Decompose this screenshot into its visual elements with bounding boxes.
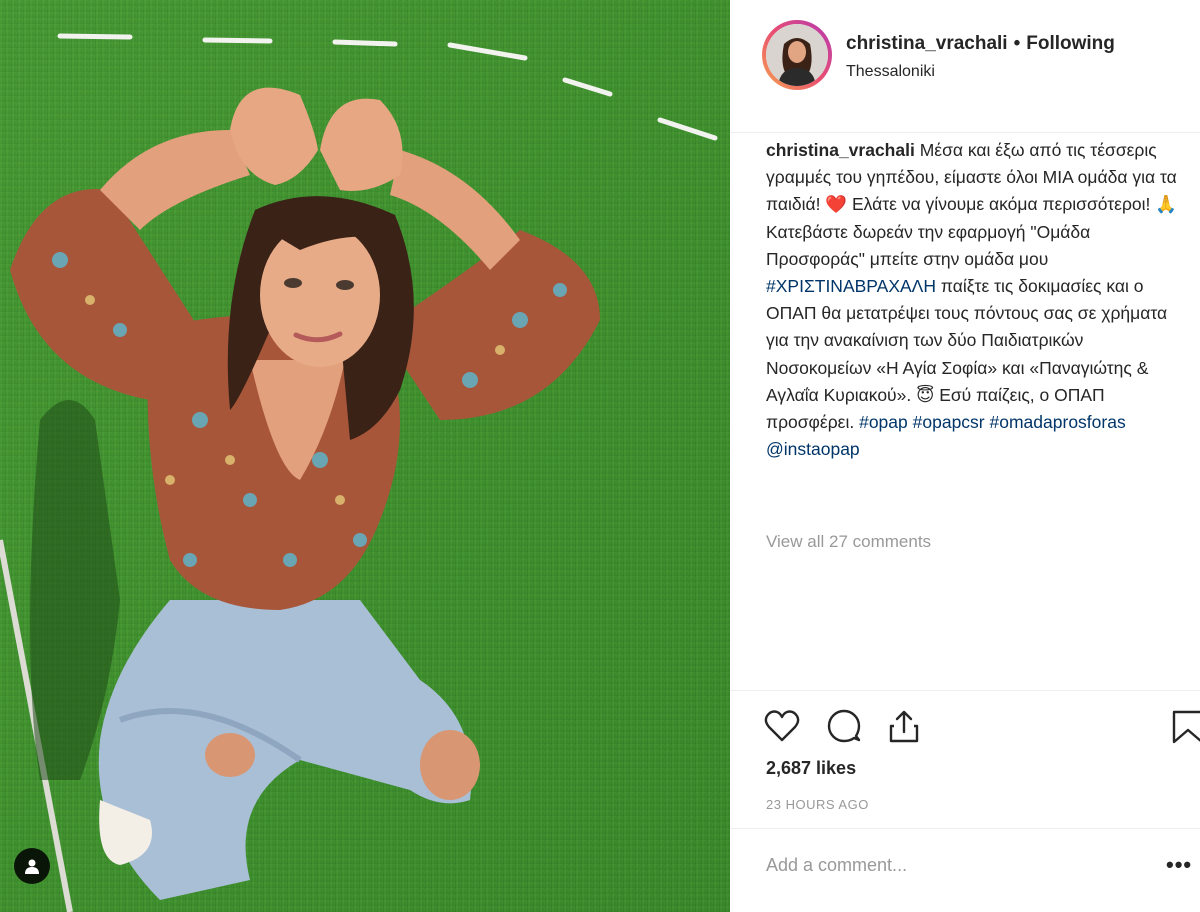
caption-username[interactable]: christina_vrachali <box>766 140 915 160</box>
comment-divider <box>730 828 1200 829</box>
post-photo[interactable] <box>0 0 730 912</box>
caption-text-2: Ελάτε να γίνουμε ακόμα περισσότεροι! <box>847 194 1156 215</box>
actions-divider <box>730 690 1200 691</box>
view-all-comments-link[interactable]: View all 27 comments <box>766 532 931 552</box>
avatar[interactable] <box>762 20 832 90</box>
hashtag-link[interactable]: #opapcsr <box>913 412 985 432</box>
post-side-panel: christina_vrachali • Following Thessalonik… <box>730 0 1200 912</box>
post-timestamp: 23 HOURS AGO <box>766 797 869 812</box>
hashtag-link[interactable]: #ΧΡΙΣΤΙΝΑΒΡΑΧΑΛΗ <box>766 276 936 296</box>
add-comment-input[interactable]: Add a comment... <box>766 855 907 876</box>
location-link[interactable]: Thessaloniki <box>846 63 935 81</box>
more-options-button[interactable]: ••• <box>1166 852 1192 878</box>
heart-icon[interactable] <box>762 706 802 746</box>
header-divider <box>730 132 1200 133</box>
heart-emoji: ❤️ <box>825 194 848 215</box>
caption-text-3: Κατεβάστε δωρεάν την εφαρμογή "Ομάδα Προ… <box>766 221 1091 269</box>
hashtag-link[interactable]: #omadaprosforas <box>990 412 1126 432</box>
likes-count[interactable]: 2,687 likes <box>766 758 856 779</box>
share-icon[interactable] <box>884 706 924 746</box>
username-link[interactable]: christina_vrachali <box>846 33 1008 54</box>
bookmark-icon[interactable] <box>1166 706 1200 746</box>
post-header: christina_vrachali • Following Thessalonik… <box>730 0 1200 132</box>
smile-emoji: 😇 <box>916 384 935 405</box>
user-tag-icon[interactable] <box>14 848 50 884</box>
separator: • <box>1013 33 1021 54</box>
header-username-row: christina_vrachali • Following <box>846 33 1115 55</box>
mention-link[interactable]: @instaopap <box>766 439 860 459</box>
pray-emoji: 🙏 <box>1155 194 1178 215</box>
photo-illustration <box>0 0 730 912</box>
avatar-image <box>766 24 828 86</box>
hashtag-link[interactable]: #opap <box>859 412 908 432</box>
post-caption: christina_vrachali Μέσα και έξω από τις … <box>766 137 1178 463</box>
action-bar <box>730 700 1200 752</box>
comment-icon[interactable] <box>824 706 864 746</box>
following-button[interactable]: Following <box>1026 33 1115 54</box>
